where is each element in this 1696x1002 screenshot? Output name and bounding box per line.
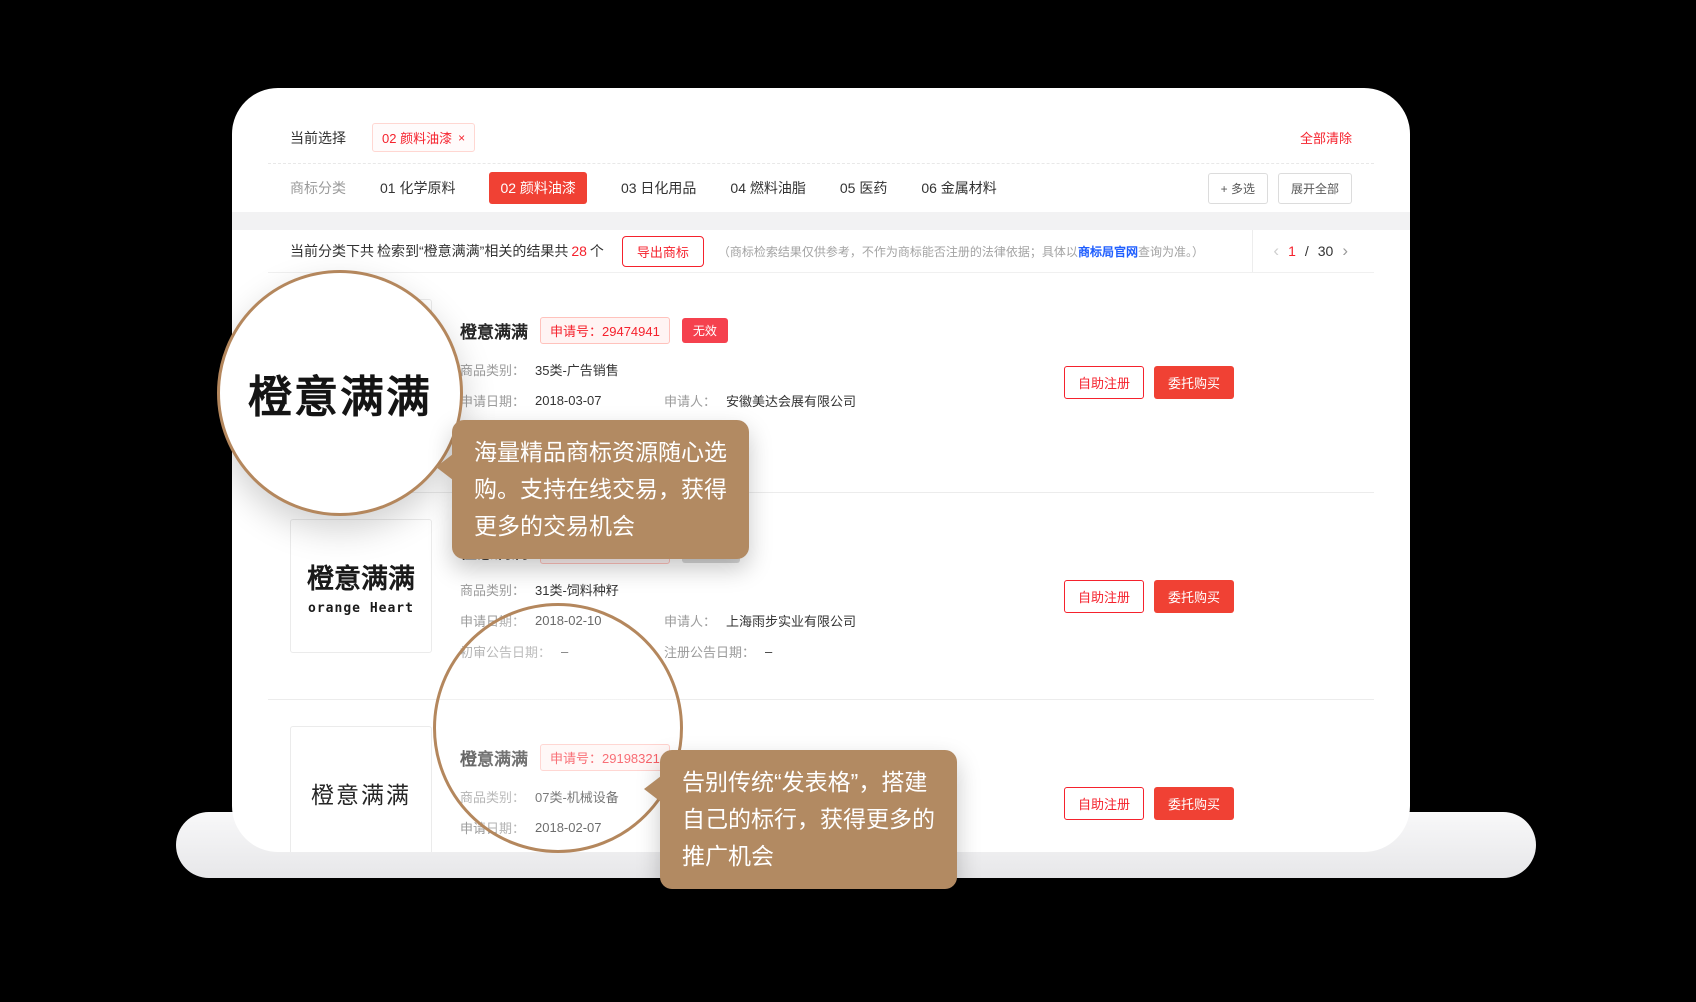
- entrust-buy-button[interactable]: 委托购买: [1154, 366, 1234, 399]
- disclaimer: （商标检索结果仅供参考，不作为商标能否注册的法律依据；具体以商标局官网查询为准。…: [718, 243, 1204, 260]
- category-item-02-selected[interactable]: 02 颜料油漆: [489, 172, 586, 204]
- trademark-image-2[interactable]: 橙意满满 orange Heart: [290, 519, 432, 653]
- results-count: 28: [571, 243, 587, 259]
- category-label: 商品类别：: [460, 360, 525, 379]
- magnifier-circle-1: 橙意满满: [217, 270, 463, 516]
- clear-all-link[interactable]: 全部清除: [1300, 128, 1352, 147]
- disclaimer-prefix: （商标检索结果仅供参考，不作为商标能否注册的法律依据；具体以: [718, 245, 1078, 259]
- tag-close-icon[interactable]: ×: [458, 132, 465, 144]
- result-row-2: 橙意满满 orange Heart 橙意满满 申请号：29482153 已注册 …: [268, 493, 1374, 700]
- selected-filter-tag-text: 02 颜料油漆: [382, 128, 452, 147]
- category-filter-row: 商标分类 01 化学原料 02 颜料油漆 03 日化用品 04 燃料油脂 05 …: [268, 164, 1374, 212]
- application-number-label: 申请号：: [550, 324, 602, 339]
- trademark-image-text: 橙意满满: [311, 776, 411, 810]
- results-count-unit: 个: [590, 241, 604, 261]
- category-item-04[interactable]: 04 燃料油脂: [730, 178, 805, 198]
- expand-all-button[interactable]: 展开全部: [1278, 173, 1352, 204]
- row-3-actions: 自助注册 委托购买: [1064, 787, 1234, 820]
- multi-select-button[interactable]: + 多选: [1208, 173, 1268, 204]
- application-number-badge: 申请号：29474941: [540, 317, 670, 344]
- summary-text: 检索到“橙意满满”相关的结果共: [377, 241, 568, 261]
- application-number: 29474941: [602, 324, 660, 339]
- trademark-office-link[interactable]: 商标局官网: [1078, 245, 1138, 259]
- entrust-buy-button[interactable]: 委托购买: [1154, 787, 1234, 820]
- category-value: 35类-广告销售: [535, 360, 619, 379]
- trademark-image-3[interactable]: 橙意满满: [290, 726, 432, 852]
- pagination: ‹ 1 / 30 ›: [1252, 230, 1374, 272]
- current-selection-row: 当前选择 02 颜料油漆 × 全部清除: [268, 112, 1374, 164]
- tooltip-line: 更多的交易机会: [474, 508, 727, 545]
- prev-page-icon[interactable]: ‹: [1273, 241, 1279, 261]
- disclaimer-suffix: 查询为准。）: [1138, 245, 1204, 259]
- tooltip-line: 购。支持在线交易，获得: [474, 471, 727, 508]
- selected-filter-tag[interactable]: 02 颜料油漆 ×: [372, 123, 475, 152]
- tooltip-line: 推广机会: [682, 838, 935, 875]
- entrust-buy-button[interactable]: 委托购买: [1154, 580, 1234, 613]
- tooltip-line: 告别传统“发表格”，搭建: [682, 764, 935, 801]
- summary-obscured-prefix: 当前分类下共: [290, 241, 374, 261]
- next-page-icon[interactable]: ›: [1342, 241, 1348, 261]
- category-filter-label: 商标分类: [290, 178, 346, 198]
- current-page: 1: [1288, 243, 1296, 259]
- category-item-03[interactable]: 03 日化用品: [621, 178, 696, 198]
- results-summary: 当前分类下共 检索到“橙意满满”相关的结果共 28 个: [290, 241, 604, 261]
- magnifier-circle-2: [433, 603, 683, 853]
- filter-panel: 当前选择 02 颜料油漆 × 全部清除 商标分类 01 化学原料 02 颜料油漆…: [268, 112, 1374, 212]
- self-register-button[interactable]: 自助注册: [1064, 366, 1144, 399]
- self-register-button[interactable]: 自助注册: [1064, 787, 1144, 820]
- export-trademarks-button[interactable]: 导出商标: [622, 236, 704, 267]
- tooltip-line: 自己的标行，获得更多的: [682, 801, 935, 838]
- row-1-actions: 自助注册 委托购买: [1064, 366, 1234, 399]
- current-selection-label: 当前选择: [290, 128, 346, 148]
- category-value: 31类-饲料种籽: [535, 580, 619, 599]
- tooltip-arrow-icon: [644, 776, 661, 802]
- results-header: 当前分类下共 检索到“橙意满满”相关的结果共 28 个 导出商标 （商标检索结果…: [268, 230, 1374, 273]
- apply-date-value: 2018-03-07: [535, 393, 602, 408]
- trademark-image-text-cn: 橙意满满: [307, 557, 415, 596]
- applicant-label: 申请人：: [664, 611, 716, 630]
- page-separator: /: [1305, 243, 1309, 259]
- category-item-05[interactable]: 05 医药: [840, 178, 887, 198]
- row-2-actions: 自助注册 委托购买: [1064, 580, 1234, 613]
- applicant-value: 安徽美达会展有限公司: [726, 391, 856, 410]
- applicant-value: 上海雨步实业有限公司: [726, 611, 856, 630]
- apply-date-label: 申请日期：: [460, 391, 525, 410]
- category-label: 商品类别：: [460, 580, 525, 599]
- category-item-01[interactable]: 01 化学原料: [380, 178, 455, 198]
- tooltip-marketplace: 海量精品商标资源随心选 购。支持在线交易，获得 更多的交易机会: [452, 420, 749, 559]
- applicant-label: 申请人：: [664, 391, 716, 410]
- panel-divider: [232, 212, 1410, 230]
- total-pages: 30: [1318, 243, 1334, 259]
- filter-actions: + 多选 展开全部: [1208, 173, 1352, 204]
- trademark-image-text-en: orange Heart: [308, 601, 414, 616]
- tooltip-arrow-icon: [436, 454, 453, 480]
- reg-publication-value: –: [765, 644, 772, 659]
- category-item-06[interactable]: 06 金属材料: [921, 178, 996, 198]
- category-list: 01 化学原料 02 颜料油漆 03 日化用品 04 燃料油脂 05 医药 06…: [380, 172, 997, 204]
- tooltip-line: 海量精品商标资源随心选: [474, 434, 727, 471]
- reg-publication-label: 注册公告日期：: [664, 642, 755, 661]
- trademark-name[interactable]: 橙意满满: [460, 318, 528, 343]
- self-register-button[interactable]: 自助注册: [1064, 580, 1144, 613]
- status-badge-invalid: 无效: [682, 318, 728, 343]
- magnified-trademark-text: 橙意满满: [248, 361, 432, 425]
- tooltip-promotion: 告别传统“发表格”，搭建 自己的标行，获得更多的 推广机会: [660, 750, 957, 889]
